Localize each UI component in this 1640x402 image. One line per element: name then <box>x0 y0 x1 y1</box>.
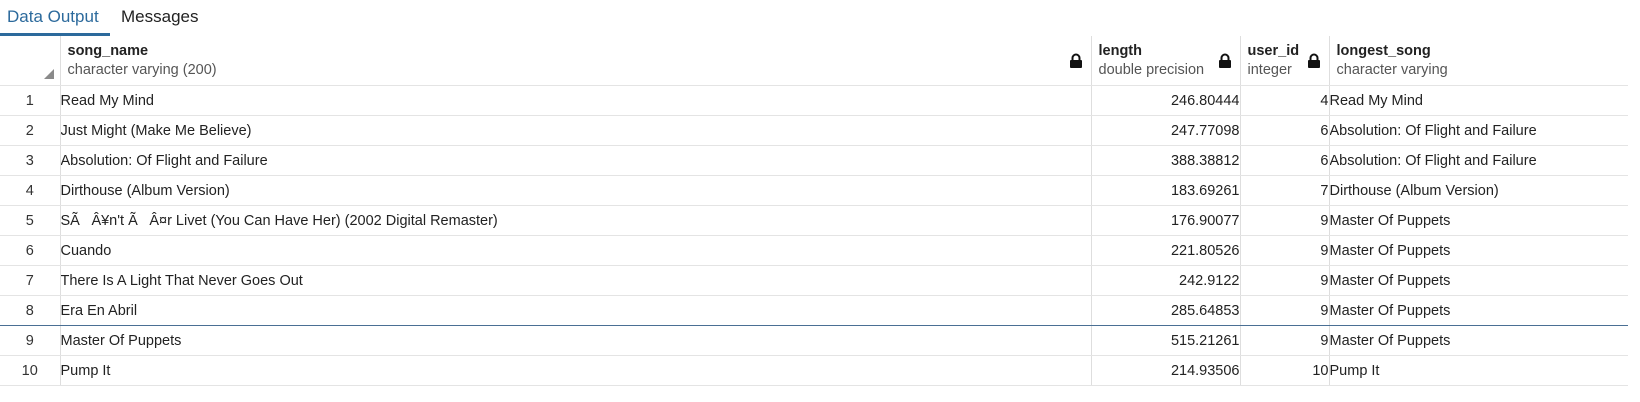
cell-longest-song[interactable]: Master Of Puppets <box>1329 205 1629 236</box>
cell-user-id[interactable]: 6 <box>1240 115 1330 146</box>
column-name: longest_song <box>1336 43 1431 59</box>
table-row[interactable]: 4 Dirthouse (Album Version) 183.69261 7 … <box>0 175 1629 206</box>
cell-longest-song[interactable]: Master Of Puppets <box>1329 295 1629 326</box>
vertical-scrollbar[interactable] <box>1628 36 1640 402</box>
cell-length[interactable]: 515.21261 <box>1091 325 1241 356</box>
cell-user-id[interactable]: 9 <box>1240 325 1330 356</box>
row-number[interactable]: 6 <box>0 235 61 266</box>
cell-song-name[interactable]: Just Might (Make Me Believe) <box>60 115 1092 146</box>
cell-user-id[interactable]: 10 <box>1240 355 1330 386</box>
cell-user-id[interactable]: 9 <box>1240 205 1330 236</box>
cell-user-id[interactable]: 9 <box>1240 295 1330 326</box>
corner-triangle-icon <box>43 69 54 79</box>
cell-length[interactable]: 388.38812 <box>1091 145 1241 176</box>
cell-longest-song[interactable]: Master Of Puppets <box>1329 235 1629 266</box>
cell-user-id[interactable]: 7 <box>1240 175 1330 206</box>
column-name: length <box>1098 43 1143 59</box>
cell-longest-song[interactable]: Absolution: Of Flight and Failure <box>1329 115 1629 146</box>
results-grid: song_name character varying (200) length… <box>0 36 1629 386</box>
cell-longest-song[interactable]: Read My Mind <box>1329 85 1629 116</box>
table-row[interactable]: 6 Cuando 221.80526 9 Master Of Puppets <box>0 235 1629 266</box>
row-number[interactable]: 9 <box>0 325 61 356</box>
cell-longest-song[interactable]: Pump It <box>1329 355 1629 386</box>
table-row[interactable]: 7 There Is A Light That Never Goes Out 2… <box>0 265 1629 296</box>
table-row[interactable]: 3 Absolution: Of Flight and Failure 388.… <box>0 145 1629 176</box>
tab-bar: Data Output Messages <box>0 0 1640 37</box>
lock-icon <box>1307 53 1320 68</box>
select-all-corner[interactable] <box>0 36 61 86</box>
row-number[interactable]: 10 <box>0 355 61 386</box>
cell-song-name[interactable]: SÃÂ¥n't ÃÂ¤r Livet (You Can Have Her) … <box>60 205 1092 236</box>
header-row: song_name character varying (200) length… <box>0 36 1629 86</box>
column-type: character varying <box>1336 62 1448 78</box>
cell-user-id[interactable]: 9 <box>1240 265 1330 296</box>
column-header-length[interactable]: length double precision <box>1091 36 1241 86</box>
table-row[interactable]: 1 Read My Mind 246.80444 4 Read My Mind <box>0 85 1629 116</box>
column-type: double precision <box>1098 62 1205 78</box>
column-name: user_id <box>1247 43 1300 59</box>
row-number[interactable]: 2 <box>0 115 61 146</box>
cell-length[interactable]: 214.93506 <box>1091 355 1241 386</box>
lock-icon <box>1218 53 1231 68</box>
row-number[interactable]: 4 <box>0 175 61 206</box>
table-row-selected[interactable]: 8 Era En Abril 285.64853 9 Master Of Pup… <box>0 295 1629 326</box>
cell-longest-song[interactable]: Master Of Puppets <box>1329 325 1629 356</box>
cell-longest-song[interactable]: Dirthouse (Album Version) <box>1329 175 1629 206</box>
table-row[interactable]: 5 SÃÂ¥n't ÃÂ¤r Livet (You Can Have Her… <box>0 205 1629 236</box>
cell-song-name[interactable]: Era En Abril <box>60 295 1092 326</box>
row-number[interactable]: 1 <box>0 85 61 116</box>
table-row[interactable]: 10 Pump It 214.93506 10 Pump It <box>0 355 1629 386</box>
cell-longest-song[interactable]: Absolution: Of Flight and Failure <box>1329 145 1629 176</box>
cell-length[interactable]: 246.80444 <box>1091 85 1241 116</box>
cell-longest-song[interactable]: Master Of Puppets <box>1329 265 1629 296</box>
cell-length[interactable]: 285.64853 <box>1091 295 1241 326</box>
column-type: integer <box>1247 62 1292 78</box>
cell-length[interactable]: 176.90077 <box>1091 205 1241 236</box>
row-number[interactable]: 5 <box>0 205 61 236</box>
cell-user-id[interactable]: 9 <box>1240 235 1330 266</box>
table-row[interactable]: 2 Just Might (Make Me Believe) 247.77098… <box>0 115 1629 146</box>
cell-song-name[interactable]: Dirthouse (Album Version) <box>60 175 1092 206</box>
column-name: song_name <box>67 43 149 59</box>
lock-icon <box>1069 53 1082 68</box>
cell-song-name[interactable]: Master Of Puppets <box>60 325 1092 356</box>
row-number[interactable]: 7 <box>0 265 61 296</box>
column-header-longest-song[interactable]: longest_song character varying <box>1329 36 1629 86</box>
cell-user-id[interactable]: 6 <box>1240 145 1330 176</box>
column-type: character varying (200) <box>67 62 217 78</box>
cell-length[interactable]: 242.9122 <box>1091 265 1241 296</box>
column-header-song-name[interactable]: song_name character varying (200) <box>60 36 1092 86</box>
cell-user-id[interactable]: 4 <box>1240 85 1330 116</box>
row-number[interactable]: 3 <box>0 145 61 176</box>
tab-data-output[interactable]: Data Output <box>7 0 99 34</box>
cell-song-name[interactable]: Absolution: Of Flight and Failure <box>60 145 1092 176</box>
cell-length[interactable]: 247.77098 <box>1091 115 1241 146</box>
column-header-user-id[interactable]: user_id integer <box>1240 36 1330 86</box>
cell-length[interactable]: 221.80526 <box>1091 235 1241 266</box>
cell-song-name[interactable]: Pump It <box>60 355 1092 386</box>
tab-messages[interactable]: Messages <box>121 0 198 34</box>
cell-song-name[interactable]: There Is A Light That Never Goes Out <box>60 265 1092 296</box>
cell-length[interactable]: 183.69261 <box>1091 175 1241 206</box>
cell-song-name[interactable]: Cuando <box>60 235 1092 266</box>
cell-song-name[interactable]: Read My Mind <box>60 85 1092 116</box>
table-row[interactable]: 9 Master Of Puppets 515.21261 9 Master O… <box>0 325 1629 356</box>
row-number[interactable]: 8 <box>0 295 61 326</box>
